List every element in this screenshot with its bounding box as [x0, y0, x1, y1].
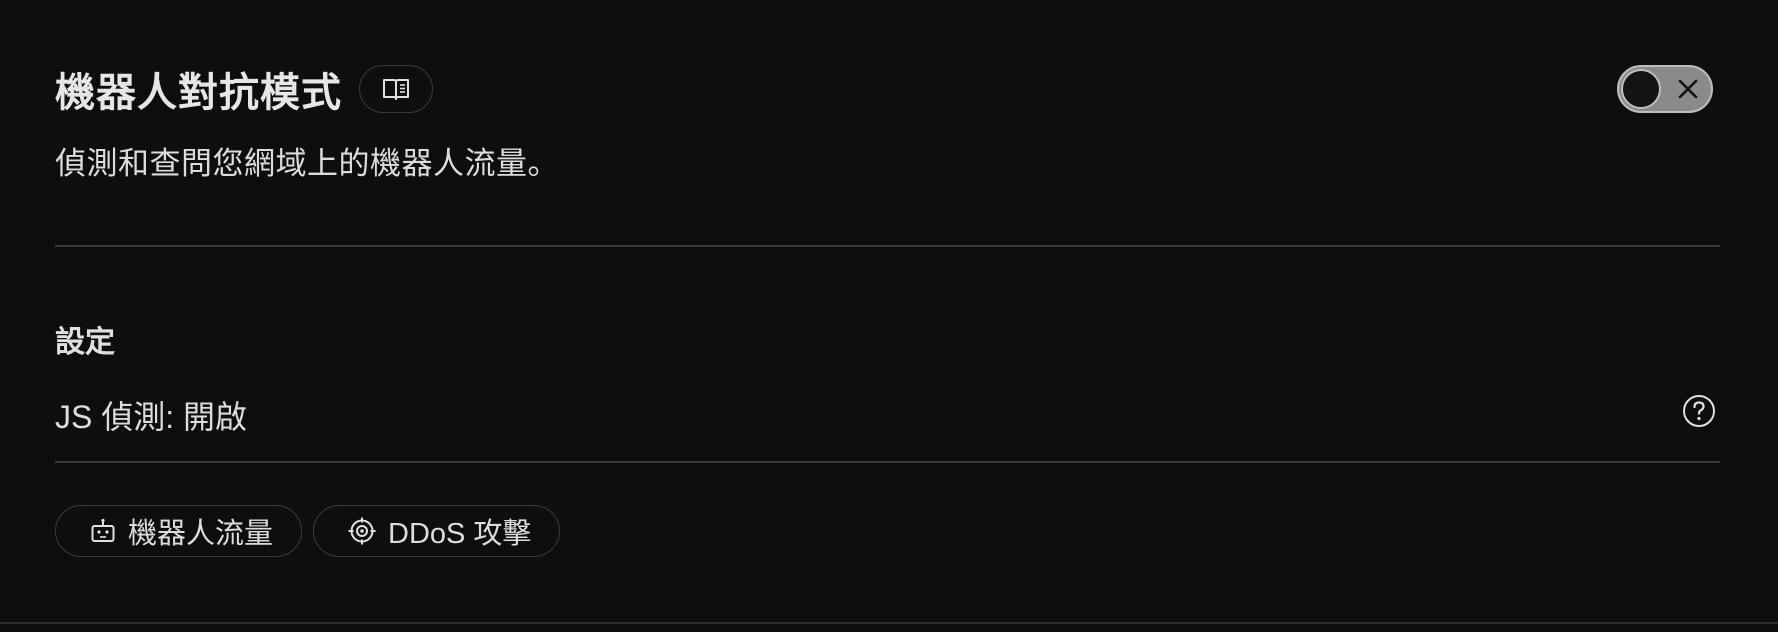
bottom-border	[0, 622, 1778, 624]
ddos-attack-chip[interactable]: DDoS 攻擊	[313, 505, 561, 557]
book-icon	[383, 79, 409, 100]
chip-label: DDoS 攻擊	[388, 518, 532, 550]
bot-traffic-chip[interactable]: 機器人流量	[55, 505, 303, 557]
chip-label: 機器人流量	[128, 518, 274, 550]
question-circle-icon	[1683, 395, 1715, 427]
js-detection-setting: JS 偵測: 開啟	[55, 399, 248, 435]
page-title: 機器人對抗模式	[55, 71, 342, 115]
target-icon	[348, 517, 376, 545]
card-header: 機器人對抗模式	[55, 60, 433, 118]
divider	[55, 461, 1720, 463]
description: 偵測和查問您網域上的機器人流量。	[55, 146, 559, 181]
help-button[interactable]	[1682, 394, 1716, 433]
settings-title: 設定	[55, 326, 115, 359]
docs-button[interactable]	[359, 65, 433, 113]
toggle-knob	[1621, 69, 1661, 109]
close-icon	[1678, 79, 1698, 99]
robot-icon	[91, 518, 115, 542]
divider	[55, 245, 1720, 247]
bot-fight-mode-card: 機器人對抗模式 偵測和查問您網域上的機器人流量。 設定 JS 偵測: 開啟 機器…	[0, 0, 1778, 632]
bot-fight-mode-toggle[interactable]	[1617, 65, 1713, 113]
